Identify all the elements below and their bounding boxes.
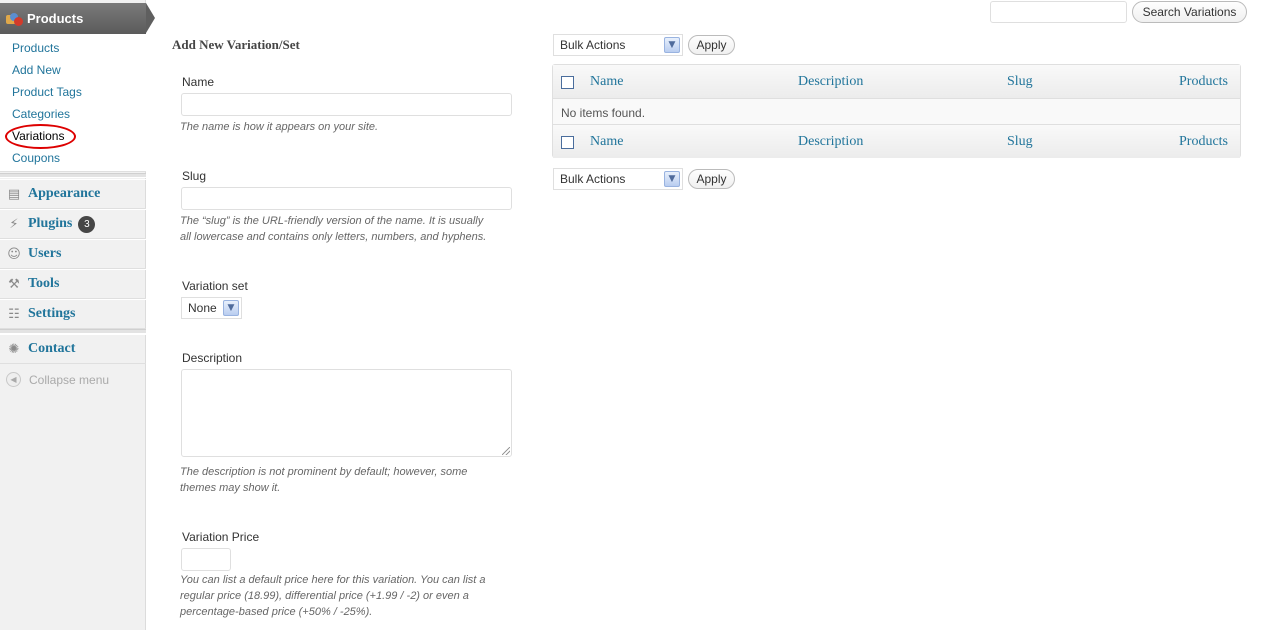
sidebar-item-label: Settings bbox=[28, 306, 76, 321]
users-icon: ☺ bbox=[7, 246, 21, 262]
no-items-message: No items found. bbox=[561, 106, 646, 120]
sidebar-item-tools[interactable]: ⚒ Tools bbox=[0, 269, 146, 299]
variation-set-value: None bbox=[188, 301, 217, 315]
collapse-arrow-icon: ◀ bbox=[6, 372, 21, 387]
form-title: Add New Variation/Set bbox=[172, 37, 300, 52]
name-input[interactable] bbox=[181, 93, 512, 116]
search-input[interactable] bbox=[990, 1, 1127, 23]
variation-set-select[interactable]: None ▼ bbox=[181, 297, 242, 319]
submenu-item-products[interactable]: Products bbox=[12, 41, 59, 55]
price-hint-line-3: percentage-based price (+50% / -25%). bbox=[180, 606, 373, 618]
chevron-down-icon: ▼ bbox=[223, 300, 239, 316]
select-all-checkbox[interactable] bbox=[561, 136, 574, 149]
table-footer-row: Name Description Slug Products bbox=[553, 124, 1240, 158]
sidebar-item-plugins[interactable]: ⚡ Plugins 3 bbox=[0, 209, 146, 239]
chevron-down-icon: ▼ bbox=[664, 37, 680, 53]
bulk-actions-select-top[interactable]: Bulk Actions ▼ bbox=[553, 34, 683, 56]
collapse-menu-label: Collapse menu bbox=[29, 372, 110, 387]
sidebar-item-label: Tools bbox=[28, 276, 60, 291]
apply-button-bottom[interactable]: Apply bbox=[688, 169, 735, 189]
description-label: Description bbox=[182, 351, 243, 365]
column-header-slug[interactable]: Slug bbox=[1007, 74, 1033, 90]
variations-highlight-circle bbox=[5, 124, 76, 149]
admin-sidebar: Products Products Add New Product Tags C… bbox=[0, 0, 155, 630]
products-menu-header[interactable]: Products bbox=[0, 3, 155, 34]
chevron-down-icon: ▼ bbox=[664, 171, 680, 187]
settings-icon: ☷ bbox=[8, 306, 20, 322]
slug-hint-line-1: The “slug” is the URL-friendly version o… bbox=[180, 215, 484, 227]
bulk-actions-select-bottom[interactable]: Bulk Actions ▼ bbox=[553, 168, 683, 190]
column-footer-name[interactable]: Name bbox=[590, 134, 623, 150]
sidebar-item-users[interactable]: ☺ Users bbox=[0, 239, 146, 269]
collapse-menu-button[interactable]: ◀ Collapse menu bbox=[6, 372, 109, 387]
sidebar-item-label: Plugins bbox=[28, 216, 73, 231]
products-submenu: Products Add New Product Tags Categories… bbox=[0, 34, 146, 172]
products-header-label: Products bbox=[27, 11, 84, 26]
slug-hint-line-2: all lowercase and contains only letters,… bbox=[180, 231, 487, 243]
submenu-item-coupons[interactable]: Coupons bbox=[12, 151, 60, 165]
description-hint-line-1: The description is not prominent by defa… bbox=[180, 466, 468, 478]
column-header-name[interactable]: Name bbox=[590, 74, 623, 90]
price-hint-line-2: regular price (18.99), differential pric… bbox=[180, 590, 469, 602]
variations-table: Name Description Slug Products No items … bbox=[552, 64, 1241, 158]
bulk-actions-value: Bulk Actions bbox=[560, 172, 626, 186]
plugins-icon: ⚡ bbox=[9, 216, 19, 232]
bulk-actions-value: Bulk Actions bbox=[560, 38, 626, 52]
menu-separator bbox=[0, 173, 146, 178]
table-header-row: Name Description Slug Products bbox=[553, 65, 1240, 99]
apply-button-top[interactable]: Apply bbox=[688, 35, 735, 55]
sidebar-item-appearance[interactable]: ▤ Appearance bbox=[0, 179, 146, 209]
search-variations-button[interactable]: Search Variations bbox=[1132, 1, 1247, 23]
name-label: Name bbox=[182, 75, 215, 89]
column-footer-products[interactable]: Products bbox=[1179, 134, 1228, 150]
appearance-icon: ▤ bbox=[7, 186, 21, 202]
submenu-item-add-new[interactable]: Add New bbox=[12, 63, 61, 77]
column-header-description[interactable]: Description bbox=[798, 74, 863, 90]
column-footer-slug[interactable]: Slug bbox=[1007, 134, 1033, 150]
select-all-checkbox[interactable] bbox=[561, 76, 574, 89]
products-icon bbox=[6, 12, 24, 26]
slug-label: Slug bbox=[182, 169, 207, 183]
column-footer-description[interactable]: Description bbox=[798, 134, 863, 150]
plugins-update-badge: 3 bbox=[78, 215, 96, 233]
description-textarea[interactable] bbox=[181, 369, 512, 457]
sidebar-item-settings[interactable]: ☷ Settings bbox=[0, 299, 146, 329]
variation-price-label: Variation Price bbox=[182, 530, 260, 544]
submenu-item-product-tags[interactable]: Product Tags bbox=[12, 85, 82, 99]
sidebar-item-label: Users bbox=[28, 246, 62, 261]
sidebar-item-label: Appearance bbox=[28, 186, 101, 201]
column-header-products[interactable]: Products bbox=[1179, 74, 1228, 90]
sidebar-item-contact[interactable]: ✺ Contact bbox=[0, 334, 146, 364]
variation-price-input[interactable] bbox=[181, 548, 231, 571]
sidebar-item-label: Contact bbox=[28, 341, 76, 356]
name-hint: The name is how it appears on your site. bbox=[180, 121, 379, 133]
variation-set-label: Variation set bbox=[182, 279, 248, 293]
price-hint-line-1: You can list a default price here for th… bbox=[180, 574, 486, 586]
contact-icon: ✺ bbox=[8, 341, 20, 357]
slug-input[interactable] bbox=[181, 187, 512, 210]
submenu-item-categories[interactable]: Categories bbox=[12, 107, 70, 121]
description-hint-line-2: themes may show it. bbox=[180, 482, 281, 494]
tools-icon: ⚒ bbox=[8, 276, 20, 292]
